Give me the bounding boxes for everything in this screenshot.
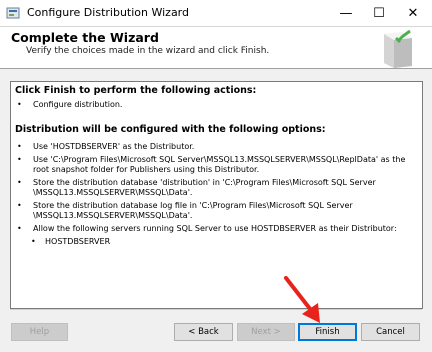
list-item: • Use 'C:\Program Files\Microsoft SQL Ser… [17, 155, 406, 174]
title-bar: Configure Distribution Wizard — ☐ ✕ [0, 0, 432, 27]
list-item: • Configure distribution. [17, 100, 123, 109]
list-item: • Use 'HOSTDBSERVER' as the Distributor. [17, 142, 195, 151]
summary-panel[interactable]: Click Finish to perform the following ac… [10, 81, 423, 309]
window-title: Configure Distribution Wizard [27, 6, 189, 19]
options-heading: Distribution will be configured with the… [15, 124, 326, 135]
options-list: • Use 'HOSTDBSERVER' as the Distributor. … [11, 142, 422, 234]
maximize-button[interactable]: ☐ [362, 0, 396, 26]
close-button[interactable]: ✕ [396, 0, 430, 26]
cancel-button[interactable]: Cancel [361, 323, 420, 341]
page-subtitle: Verify the choices made in the wizard an… [26, 46, 270, 56]
list-item: • Store the distribution database 'distri… [17, 178, 376, 197]
server-item: • HOSTDBSERVER [31, 237, 111, 246]
page-title: Complete the Wizard [11, 30, 159, 45]
list-item: • Allow the following servers running SQL… [17, 224, 397, 233]
actions-list: • Configure distribution. [11, 100, 422, 110]
minimize-button[interactable]: — [329, 0, 363, 26]
list-item: • Store the distribution database log fil… [17, 201, 353, 220]
server-icon [384, 30, 412, 68]
footer-divider [10, 309, 422, 310]
wizard-app-icon [6, 7, 20, 19]
red-arrow-annotation [284, 276, 320, 323]
help-button[interactable]: Help [11, 323, 68, 341]
back-button[interactable]: < Back [174, 323, 233, 341]
actions-heading: Click Finish to perform the following ac… [15, 85, 257, 96]
wizard-header: Complete the Wizard Verify the choices m… [0, 27, 432, 69]
